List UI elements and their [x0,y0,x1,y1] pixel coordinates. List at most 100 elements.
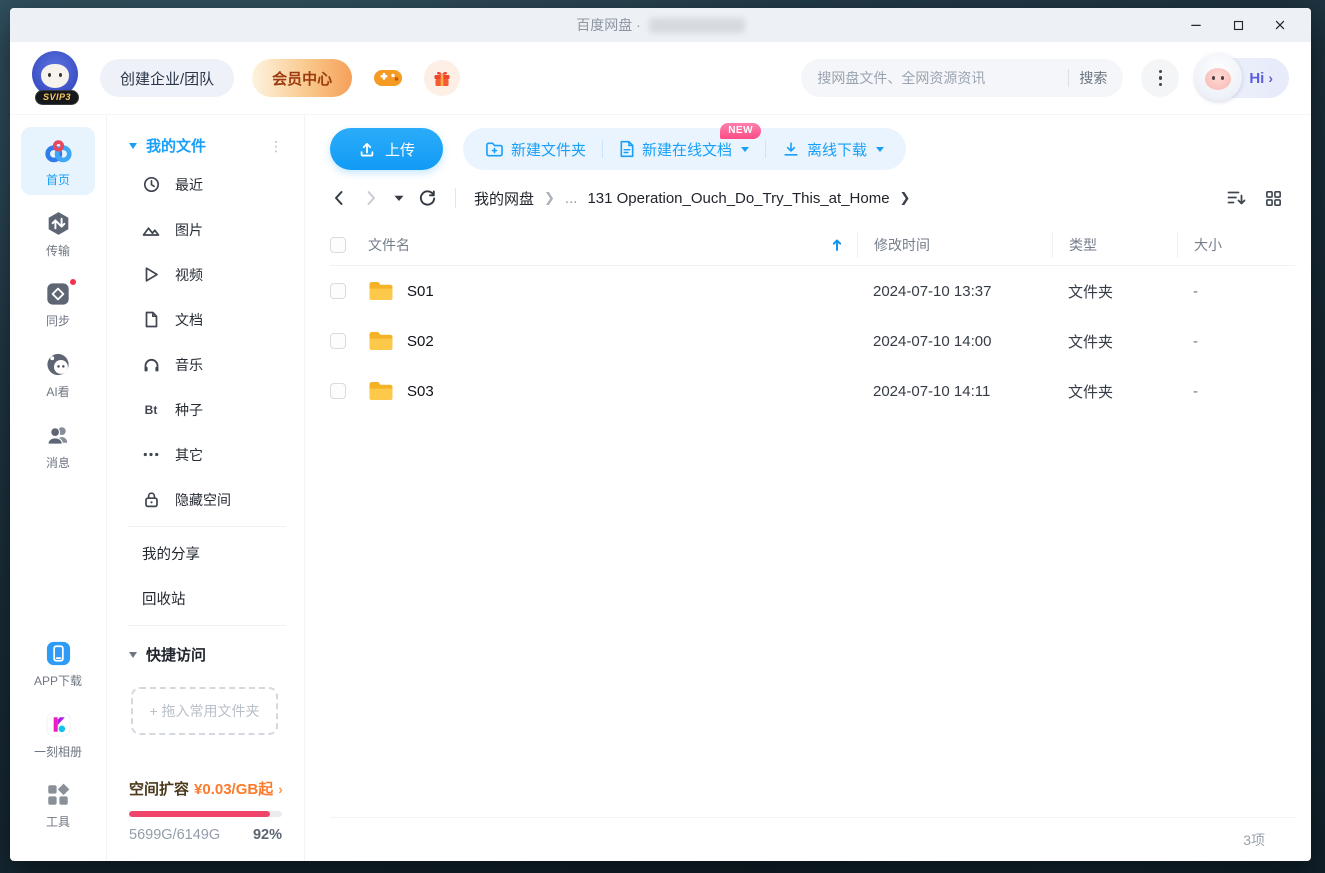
sort-button[interactable] [1226,189,1246,207]
sidebar-item-videos[interactable]: 视频 [127,252,288,297]
new-folder-label: 新建文件夹 [511,139,586,160]
toolbar: 上传 新建文件夹 NEW [330,128,1295,170]
breadcrumb-separator: ❯ [544,190,555,206]
file-name[interactable]: S03 [407,383,434,400]
rail-item-sync[interactable]: 同步 [21,272,95,336]
column-type-label: 类型 [1069,235,1097,255]
my-files-group-header[interactable]: 我的文件 ⋮ [127,131,288,162]
sort-ascending-icon[interactable] [831,238,843,252]
gift-icon [432,68,452,88]
new-online-doc-button[interactable]: NEW 新建在线文档 [619,139,749,160]
vip-center-button[interactable]: 会员中心 [252,59,352,97]
rail-item-transfer[interactable]: 传输 [21,201,95,266]
sidebar-item-torrents[interactable]: Bt 种子 [127,387,288,432]
rail-label: 传输 [46,242,70,259]
rail-item-tools[interactable]: 工具 [21,773,95,837]
select-all-checkbox[interactable] [330,237,346,253]
search-button[interactable]: 搜索 [1079,68,1107,88]
rail-item-messages[interactable]: 消息 [21,413,95,478]
kebab-dot [1159,70,1163,74]
view-controls [1226,189,1295,208]
sidebar-item-label: 种子 [175,400,203,420]
assistant-hi-button[interactable]: Hi › [1197,58,1289,98]
my-files-menu-button[interactable]: ⋮ [269,139,288,153]
back-button[interactable] [330,189,348,207]
offline-download-button[interactable]: 离线下载 [782,139,884,160]
table-row[interactable]: S03 2024-07-10 14:11 文件夹 - [330,366,1295,416]
folder-icon [368,330,394,352]
avatar-eye [59,73,62,77]
more-options-button[interactable] [1141,59,1179,97]
sidebar-item-recycle-bin[interactable]: 回收站 [127,576,288,621]
storage-progress-track [129,811,282,817]
avatar-detail [36,51,43,55]
rail-item-ai-view[interactable]: AI看 [21,342,95,407]
rail-label: AI看 [46,383,69,400]
rail-item-yike-album[interactable]: 一刻相册 [21,702,95,767]
minimize-button[interactable] [1179,11,1213,39]
storage-panel: 空间扩容 ¥0.03/GB起 › 5699G/6149G 92% [127,778,288,847]
file-modified: 2024-07-10 14:11 [857,383,1052,400]
header-type-cell[interactable]: 类型 [1052,232,1177,258]
window-title: 百度网盘 · [576,15,745,35]
refresh-button[interactable] [418,189,437,208]
table-row[interactable]: S02 2024-07-10 14:00 文件夹 - [330,316,1295,366]
svip-badge: SVIP3 [35,90,79,105]
breadcrumb-ellipsis[interactable]: ... [565,190,578,207]
new-folder-button[interactable]: 新建文件夹 [485,139,586,160]
history-dropdown-button[interactable] [394,195,404,202]
maximize-button[interactable] [1221,11,1255,39]
rail-item-app-download[interactable]: APP下载 [21,631,95,696]
game-center-button[interactable] [370,60,406,96]
sidebar-item-documents[interactable]: 文档 [127,297,288,342]
forward-button[interactable] [362,189,380,207]
create-team-button[interactable]: 创建企业/团队 [100,59,234,97]
row-checkbox[interactable] [330,383,346,399]
rail-label: 消息 [46,454,70,471]
folder-icon [368,380,394,402]
assistant-eye [1221,76,1224,80]
main-content: 上传 新建文件夹 NEW [305,115,1311,861]
sidebar-item-label: 最近 [175,175,203,195]
divider [127,526,286,527]
pictures-icon [142,222,160,237]
upload-button[interactable]: 上传 [330,128,443,170]
sidebar-item-pictures[interactable]: 图片 [127,207,288,252]
header-name-cell[interactable]: 文件名 [368,235,857,255]
file-name[interactable]: S01 [407,283,434,300]
header-checkbox-cell [330,237,368,253]
assistant-face [1205,68,1231,90]
sidebar-item-hidden-space[interactable]: 隐藏空间 [127,477,288,522]
sidebar-item-recent[interactable]: 最近 [127,162,288,207]
header-modified-cell[interactable]: 修改时间 [857,232,1052,258]
account-avatar[interactable]: SVIP3 [32,51,82,105]
sidebar-item-label: 隐藏空间 [175,490,231,510]
document-icon [142,311,160,328]
kebab-dot [1159,76,1163,80]
breadcrumb-root[interactable]: 我的网盘 [474,188,534,209]
close-button[interactable] [1263,11,1297,39]
sidebar-item-others[interactable]: 其它 [127,432,288,477]
search-input[interactable] [817,70,1058,86]
table-row[interactable]: S01 2024-07-10 13:37 文件夹 - [330,266,1295,316]
row-checkbox[interactable] [330,283,346,299]
gift-button[interactable] [424,60,460,96]
quick-access-header[interactable]: 快捷访问 [127,640,288,671]
sidebar-item-my-share[interactable]: 我的分享 [127,531,288,576]
divider [455,188,456,208]
header-size-cell[interactable]: 大小 [1177,232,1295,258]
grid-view-button[interactable] [1264,189,1283,208]
sort-icon [1226,189,1246,207]
chevron-right-icon: › [278,781,283,797]
avatar-face [41,64,69,88]
drop-folder-zone[interactable]: + 拖入常用文件夹 [131,687,278,735]
rail-item-home[interactable]: 首页 [21,127,95,195]
titlebar: 百度网盘 · [10,8,1311,42]
file-name[interactable]: S02 [407,333,434,350]
tools-icon [45,782,71,808]
row-checkbox[interactable] [330,333,346,349]
breadcrumb-current-folder[interactable]: 131 Operation_Ouch_Do_Try_This_at_Home [587,190,889,207]
breadcrumb-expand-arrow[interactable]: ❯ [900,190,911,206]
storage-expand-link[interactable]: 空间扩容 ¥0.03/GB起 › [129,778,282,799]
sidebar-item-music[interactable]: 音乐 [127,342,288,387]
